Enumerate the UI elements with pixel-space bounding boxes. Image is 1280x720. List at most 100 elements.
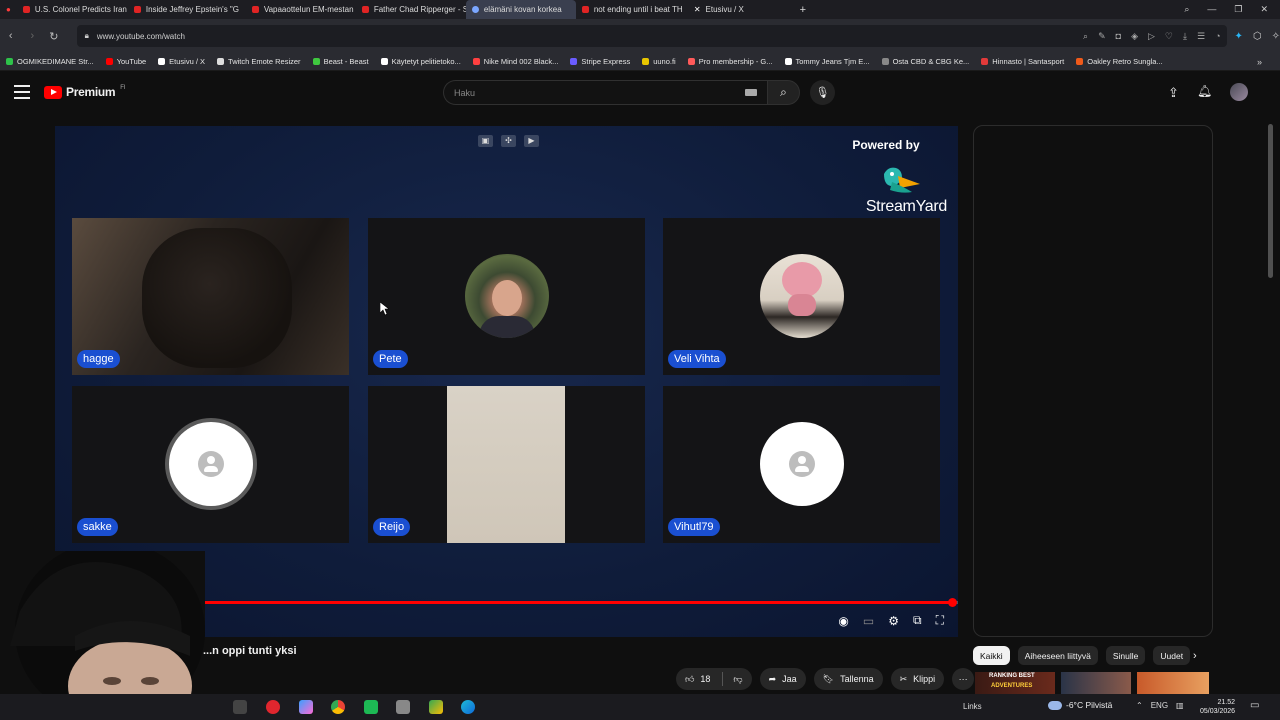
shield-icon[interactable]: ◈ <box>1131 31 1138 42</box>
participant-tile-vihutl79[interactable]: Vihutl79 <box>663 386 940 543</box>
ai-icon[interactable]: ✧ <box>1272 31 1280 42</box>
bookmark-item[interactable]: Etusivu / X <box>158 57 205 66</box>
close-window-icon[interactable]: ✕ <box>1260 4 1268 15</box>
voice-search-button[interactable]: 🎙︎ <box>810 80 835 105</box>
new-tab-button[interactable]: + <box>788 0 818 19</box>
camera-toggle-icon[interactable]: ▶ <box>524 135 539 147</box>
copilot-icon[interactable] <box>299 700 313 714</box>
notifications-bell-icon[interactable]: 🔔︎ <box>1197 84 1212 98</box>
play-store-icon[interactable] <box>429 700 443 714</box>
address-bar[interactable]: 🔒︎ www.youtube.com/watch ⌕ ✎ ◘ ◈ ▷ ♡ ⤓ ☰… <box>76 25 1227 47</box>
bookmark-item[interactable]: Oakley Retro Sungla... <box>1076 57 1163 66</box>
search-icon[interactable]: ⌕ <box>1083 31 1088 42</box>
subtitles-icon[interactable]: ▭ <box>863 614 874 628</box>
extension-icon[interactable]: ✦ <box>1235 31 1243 42</box>
chevron-right-icon[interactable]: › <box>1193 650 1197 662</box>
browser-tab-active[interactable]: elämäni kovan korkea <box>465 0 576 19</box>
chip-new[interactable]: Uudet <box>1153 646 1191 665</box>
account-avatar[interactable] <box>1230 83 1248 101</box>
maximize-icon[interactable]: ❐ <box>1234 4 1242 15</box>
video-thumbnail[interactable] <box>1137 672 1209 694</box>
browser-tab[interactable]: Vapaaottelun EM-mestan <box>246 0 356 19</box>
browser-tab[interactable]: ✕ Etusivu / X <box>688 0 788 19</box>
cube-icon[interactable]: ⬡ <box>1253 31 1262 42</box>
bookmark-item[interactable]: Käytetyt pelitietoko... <box>380 57 461 66</box>
page-scrollbar[interactable] <box>1268 124 1273 278</box>
edge-icon[interactable] <box>461 700 475 714</box>
youtube-premium-logo[interactable]: Premium FI <box>44 85 126 99</box>
app-green-icon[interactable] <box>364 700 378 714</box>
clip-button[interactable]: ✂ Klippi <box>890 668 945 690</box>
download-icon[interactable]: ⤓ <box>1183 31 1187 42</box>
participant-tile-sakke[interactable]: sakke <box>72 386 349 543</box>
participant-tile-veli-vihta[interactable]: Veli Vihta <box>663 218 940 375</box>
search-input[interactable]: Haku <box>443 80 768 105</box>
chip-related[interactable]: Aiheeseen liittyvä <box>1017 646 1098 665</box>
chip-all[interactable]: Kaikki <box>973 646 1010 665</box>
participant-tile-hagge[interactable]: hagge <box>72 218 349 375</box>
browser-menu-icon[interactable]: ● <box>0 0 17 19</box>
fullscreen-icon[interactable]: ⛶ <box>936 613 944 628</box>
bookmark-item[interactable]: Twitch Emote Resizer <box>217 57 301 66</box>
video-thumbnail[interactable] <box>1061 672 1131 694</box>
heart-icon[interactable]: ♡ <box>1165 31 1173 42</box>
move-icon[interactable]: ✣ <box>501 135 516 147</box>
save-button[interactable]: 🔖︎ Tallenna <box>813 668 883 690</box>
settings-gear-icon[interactable]: ⚙ <box>888 614 899 628</box>
forward-arrow-icon[interactable]: › <box>22 30 44 42</box>
keyboard-icon[interactable] <box>745 89 757 96</box>
more-actions-button[interactable]: ··· <box>952 668 975 690</box>
layout-icon[interactable]: ▣ <box>478 135 493 147</box>
weather-widget[interactable]: -6°C Pilvistä <box>1048 700 1112 710</box>
task-view-icon[interactable] <box>233 700 247 714</box>
minimize-icon[interactable]: — <box>1207 4 1216 15</box>
shield-app-icon[interactable] <box>396 700 410 714</box>
reload-icon[interactable]: ↻ <box>43 30 65 43</box>
chrome-icon[interactable] <box>331 700 345 714</box>
video-thumbnail[interactable]: RANKING BEST ADVENTURES <box>975 672 1055 694</box>
bookmark-item[interactable]: uuno.fi <box>642 57 676 66</box>
share-button[interactable]: ➦ Jaa <box>759 668 806 690</box>
like-button[interactable]: 👍︎ 18 👎︎ <box>676 668 752 690</box>
camera-icon[interactable]: ◘ <box>1116 31 1121 42</box>
browser-tab[interactable]: not ending until i beat TH <box>576 0 688 19</box>
edit-icon[interactable]: ✎ <box>1098 31 1106 42</box>
taskbar-links[interactable]: Links <box>963 702 982 711</box>
bookmark-item[interactable]: Stripe Express <box>570 57 630 66</box>
hamburger-menu-icon[interactable] <box>14 85 30 99</box>
autoplay-toggle-icon[interactable]: ◉ <box>838 614 848 628</box>
upload-icon[interactable]: ⇪ <box>1168 85 1179 101</box>
browser-tab[interactable]: Father Chad Ripperger - S <box>356 0 466 19</box>
search-button[interactable]: ⌕ <box>767 80 800 105</box>
thumbs-down-icon[interactable]: 👎︎ <box>733 674 742 685</box>
notifications-icon[interactable]: ▭ <box>1250 700 1259 711</box>
language-indicator[interactable]: ENG <box>1151 701 1168 710</box>
bookmarks-overflow-icon[interactable]: » <box>1257 57 1280 67</box>
bookmark-item[interactable]: Beast - Beast <box>312 57 369 66</box>
participant-tile-reijo[interactable]: Reijo <box>368 386 645 543</box>
bookmark-item[interactable]: Tommy Jeans Tjm E... <box>784 57 870 66</box>
progress-scrubber-handle[interactable] <box>947 598 957 607</box>
chip-for-you[interactable]: Sinulle <box>1105 646 1146 665</box>
video-actions: 👍︎ 18 👎︎ ➦ Jaa 🔖︎ Tallenna ✂ Klippi ··· <box>676 668 975 690</box>
opera-browser-icon[interactable] <box>266 700 280 714</box>
bookmark-item[interactable]: OGMIKEDIMANE Str... <box>6 57 94 66</box>
tray-expand-icon[interactable]: ⌃ <box>1136 701 1143 710</box>
participant-tile-pete[interactable]: Pete <box>368 218 645 375</box>
bookmark-item[interactable]: Osta CBD & CBG Ke... <box>881 57 969 66</box>
bookmark-item[interactable]: Pro membership - G... <box>687 57 773 66</box>
search-tabs-icon[interactable]: ⌕ <box>1184 4 1189 15</box>
theater-mode-icon[interactable]: ⧉ <box>913 613 922 628</box>
play-icon[interactable]: ▷ <box>1148 31 1155 42</box>
browser-tab[interactable]: U.S. Colonel Predicts Iran <box>17 0 128 19</box>
bookmark-item[interactable]: Nike Mind 002 Black... <box>472 57 558 66</box>
list-icon[interactable]: ☰ <box>1197 31 1205 42</box>
bookmark-item[interactable]: YouTube <box>105 57 146 66</box>
taskbar-clock[interactable]: 21.52 05/03/2026 <box>1200 698 1235 716</box>
microphone-icon: 🎙︎ <box>815 87 830 99</box>
bookmark-item[interactable]: Hinnasto | Santasport <box>981 57 1064 66</box>
profile-icon[interactable]: ◔ <box>1215 31 1220 42</box>
browser-tab[interactable]: Inside Jeffrey Epstein's "G <box>128 0 246 19</box>
network-icon[interactable]: ▥ <box>1176 701 1184 710</box>
back-arrow-icon[interactable]: ‹ <box>0 30 22 42</box>
